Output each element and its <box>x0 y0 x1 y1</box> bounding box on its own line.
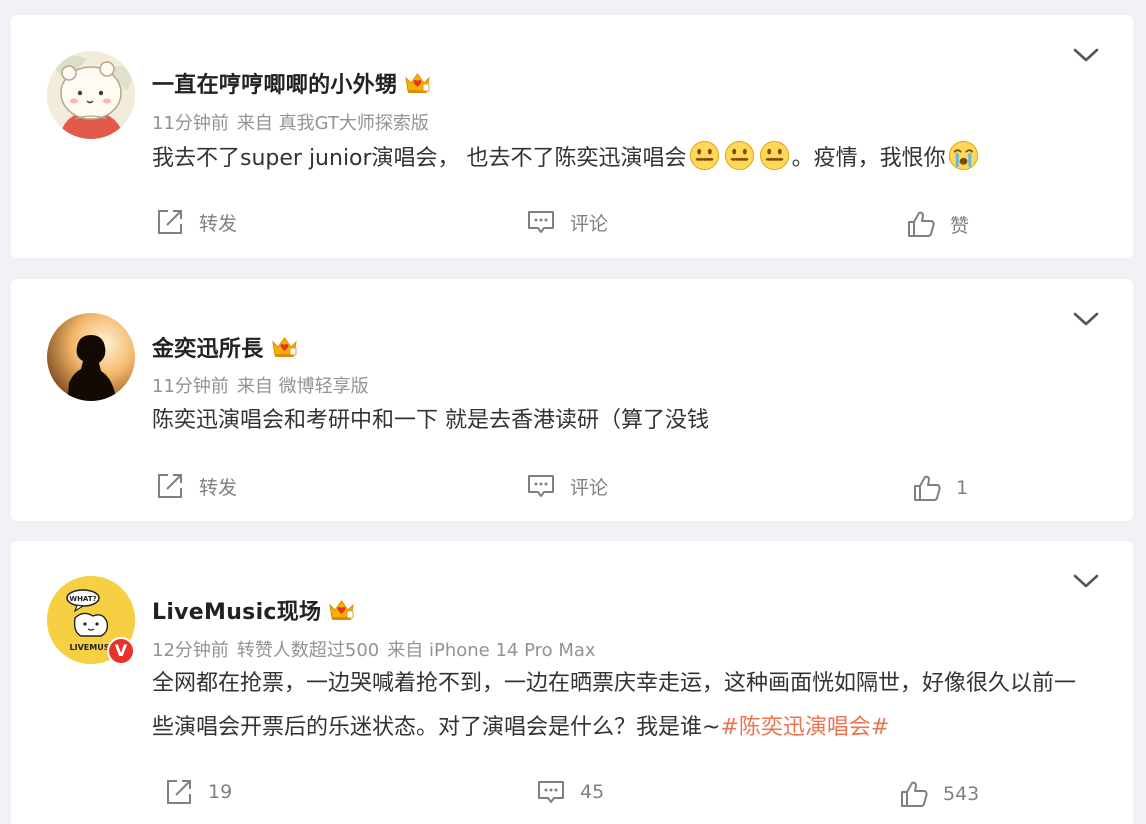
username[interactable]: 一直在哼哼唧唧的小外甥 <box>152 67 397 99</box>
chevron-down-icon[interactable] <box>1073 573 1099 589</box>
post-time[interactable]: 11分钟前 <box>152 376 229 397</box>
post-text-part: 我去不了super junior演唱会， 也去不了陈奕迅演唱会 <box>152 146 687 171</box>
crown-icon[interactable] <box>404 72 431 94</box>
bear-avatar-icon <box>47 51 135 139</box>
comment-button[interactable]: 评论 <box>526 207 608 237</box>
post-source: 来自 iPhone 14 Pro Max <box>387 640 596 661</box>
repost-label: 转发 <box>199 212 238 235</box>
post-source: 来自 微博轻享版 <box>236 376 369 397</box>
repost-label: 转发 <box>199 476 238 499</box>
silhouette-avatar-icon <box>47 313 135 401</box>
like-label: 赞 <box>950 214 970 237</box>
post-repost-note: 转赞人数超过500 <box>236 640 380 661</box>
share-icon <box>155 207 185 237</box>
username[interactable]: 金奕迅所長 <box>152 331 264 363</box>
post-card-2: 金奕迅所長 11分钟前 来自 微博轻享版 陈奕迅演唱会和考研中和一下 就是去香港读… <box>11 279 1133 521</box>
like-button[interactable]: 543 <box>899 779 979 809</box>
thumbs-up-icon <box>906 209 936 239</box>
thumbs-up-icon <box>899 779 929 809</box>
comment-icon <box>526 471 556 501</box>
comment-count: 45 <box>580 781 605 803</box>
like-label: 1 <box>956 477 969 499</box>
topic-link[interactable]: #陈奕迅演唱会# <box>720 715 889 740</box>
comment-button[interactable]: 45 <box>536 777 604 807</box>
comment-icon <box>526 207 556 237</box>
post-source: 来自 真我GT大师探索版 <box>236 113 429 134</box>
post-text: 全网都在抢票，一边哭喊着抢不到，一边在晒票庆幸走运，这种画面恍如隔世，好像很久以… <box>152 662 1097 750</box>
like-count: 543 <box>943 783 980 805</box>
post-card-1: 一直在哼哼唧唧的小外甥 11分钟前 来自 真我GT大师探索版 我去不了super … <box>11 15 1133 258</box>
comment-icon <box>536 777 566 807</box>
crown-icon[interactable] <box>328 599 355 621</box>
post-meta: 11分钟前 来自 真我GT大师探索版 <box>152 109 437 135</box>
repost-button[interactable]: 转发 <box>155 471 237 501</box>
avatar-logo-top: WHAT? <box>69 595 96 603</box>
comment-label: 评论 <box>570 212 609 235</box>
verified-badge: V <box>107 637 135 665</box>
share-icon <box>155 471 185 501</box>
post-meta: 12分钟前 转赞人数超过500 来自 iPhone 14 Pro Max <box>152 636 604 662</box>
repost-count: 19 <box>208 781 233 803</box>
chevron-down-icon[interactable] <box>1073 311 1099 327</box>
zipper-mouth-emoji-icon <box>759 140 790 171</box>
crown-icon[interactable] <box>271 336 298 358</box>
username[interactable]: LiveMusic现场 <box>152 594 321 626</box>
post-text: 我去不了super junior演唱会， 也去不了陈奕迅演唱会 。疫情，我恨你 <box>152 137 1102 181</box>
comment-label: 评论 <box>570 476 609 499</box>
post-text: 陈奕迅演唱会和考研中和一下 就是去香港读研（算了没钱 <box>152 408 709 433</box>
like-button[interactable]: 1 <box>912 473 968 503</box>
avatar[interactable] <box>47 313 135 401</box>
zipper-mouth-emoji-icon <box>689 140 720 171</box>
post-meta: 11分钟前 来自 微博轻享版 <box>152 372 377 398</box>
repost-button[interactable]: 转发 <box>155 207 237 237</box>
chevron-down-icon[interactable] <box>1073 47 1099 63</box>
post-text-part: 。疫情，我恨你 <box>791 146 946 171</box>
zipper-mouth-emoji-icon <box>724 140 755 171</box>
post-card-3: WHAT? LIVEMUSI V LiveMusic现场 12分钟前 转赞人数超过… <box>11 541 1133 824</box>
avatar[interactable] <box>47 51 135 139</box>
repost-button[interactable]: 19 <box>164 777 232 807</box>
share-icon <box>164 777 194 807</box>
post-text-body: 全网都在抢票，一边哭喊着抢不到，一边在晒票庆幸走运，这种画面恍如隔世，好像很久以… <box>152 671 1077 740</box>
thumbs-up-icon <box>912 473 942 503</box>
comment-button[interactable]: 评论 <box>526 471 608 501</box>
like-button[interactable]: 赞 <box>906 209 969 239</box>
crying-emoji-icon <box>948 140 979 171</box>
post-time[interactable]: 11分钟前 <box>152 113 229 134</box>
post-time[interactable]: 12分钟前 <box>152 640 229 661</box>
